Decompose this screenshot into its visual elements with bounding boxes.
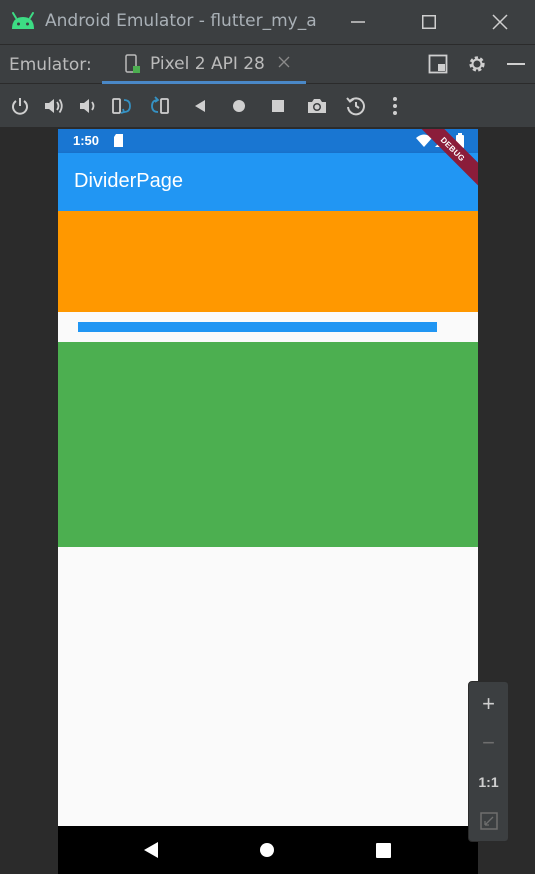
zoom-in-button[interactable]: + (469, 685, 508, 723)
overview-button[interactable] (266, 94, 290, 118)
app-bar: DividerPage (58, 153, 478, 211)
tab-close-icon[interactable] (278, 56, 290, 68)
tab-pixel-2[interactable]: Pixel 2 API 28 (102, 45, 306, 84)
minimize-icon (351, 21, 365, 23)
screenshot-button[interactable] (305, 94, 329, 118)
green-container (58, 342, 478, 547)
nav-recents-button[interactable] (373, 840, 393, 860)
orange-container (58, 211, 478, 312)
emulator-label: Emulator: (9, 55, 92, 75)
status-bar: 1:50 (58, 129, 478, 153)
volume-up-button[interactable] (42, 94, 66, 118)
device-icon (125, 54, 140, 73)
power-button[interactable] (8, 94, 32, 118)
page-title: DividerPage (74, 170, 183, 192)
more-icon (393, 97, 397, 115)
blue-divider (78, 322, 437, 332)
screenshot-icon (308, 99, 326, 113)
nav-recents-icon (375, 842, 391, 858)
sd-card-icon (114, 134, 123, 147)
nav-back-icon (144, 842, 158, 858)
snapshot-icon (346, 97, 365, 116)
nav-home-button[interactable] (257, 840, 277, 860)
maximize-button[interactable] (399, 0, 459, 44)
back-icon (195, 100, 205, 112)
rotate-left-button[interactable] (110, 94, 134, 118)
status-time: 1:50 (73, 133, 100, 148)
more-button[interactable] (383, 94, 407, 118)
home-button[interactable] (227, 94, 251, 118)
power-icon (12, 98, 28, 115)
nav-home-icon (260, 843, 274, 857)
tab-underline (102, 81, 306, 84)
minimize-button[interactable] (328, 0, 388, 44)
tab-label: Pixel 2 API 28 (150, 54, 265, 74)
zoom-panel: + − 1:1 (468, 681, 509, 842)
zoom-out-button[interactable]: − (469, 724, 508, 762)
volume-down-icon (80, 99, 95, 113)
rotate-left-icon (112, 98, 131, 114)
emulator-toolbar (0, 85, 535, 127)
fit-screen-button[interactable] (469, 802, 508, 840)
rotate-right-icon (151, 96, 169, 114)
rotate-right-button[interactable] (148, 94, 172, 118)
volume-up-icon (45, 98, 63, 114)
navigation-bar (58, 826, 478, 874)
close-icon (492, 14, 508, 30)
nav-back-button[interactable] (141, 840, 161, 860)
snapshot-button[interactable] (344, 94, 368, 118)
overview-icon (272, 100, 284, 112)
window-title: Android Emulator - flutter_my_a (45, 11, 317, 31)
home-icon (233, 100, 245, 112)
window-titlebar: Android Emulator - flutter_my_a (0, 0, 535, 44)
hide-panel-icon[interactable] (506, 56, 526, 72)
android-logo-icon (12, 12, 34, 29)
gear-icon[interactable] (467, 54, 487, 74)
window-mode-icon[interactable] (428, 54, 448, 74)
fit-screen-icon (479, 812, 498, 830)
zoom-one-to-one-button[interactable]: 1:1 (469, 763, 508, 801)
volume-down-button[interactable] (76, 94, 100, 118)
close-button[interactable] (470, 0, 530, 44)
back-button[interactable] (188, 94, 212, 118)
maximize-icon (422, 15, 436, 29)
emulator-tabbar: Emulator: Pixel 2 API 28 (0, 44, 535, 84)
phone-screen[interactable]: 1:50 DividerPage DEBUG (58, 129, 478, 874)
